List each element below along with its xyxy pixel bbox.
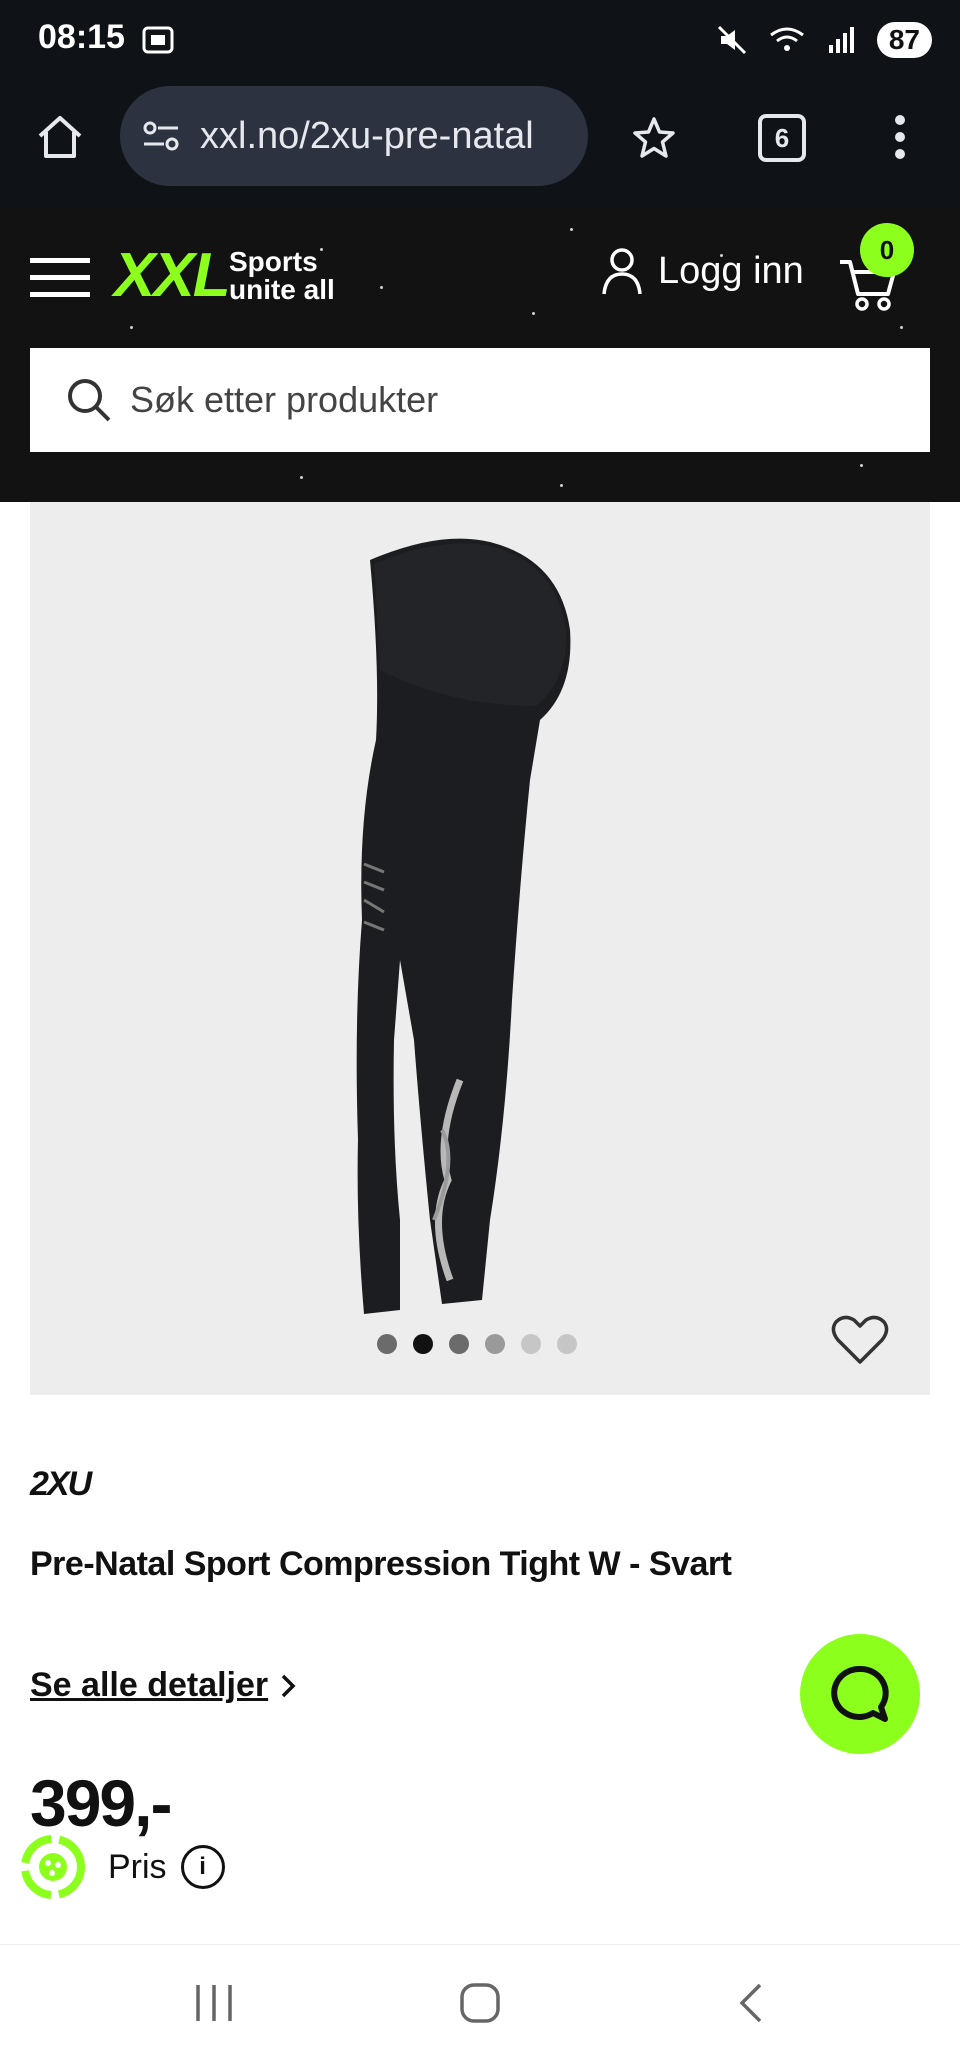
cookie-consent-icon[interactable] [18, 1832, 88, 1902]
decor-star [532, 312, 535, 315]
gallery-dot-active[interactable] [413, 1334, 433, 1354]
details-link-label: Se alle detaljer [30, 1666, 269, 1704]
login-label: Logg inn [658, 249, 804, 292]
product-title: Pre-Natal Sport Compression Tight W - Sv… [30, 1545, 732, 1583]
decor-star [130, 326, 133, 329]
status-bar: 08:15 87 [0, 0, 960, 86]
see-all-details-link[interactable]: Se alle detaljer [30, 1666, 298, 1705]
back-icon[interactable] [732, 1979, 772, 2027]
signal-icon [828, 27, 854, 53]
status-time: 08:15 [38, 18, 125, 56]
product-image [356, 538, 571, 1314]
tagline-line-1: Sports [229, 246, 318, 277]
more-menu-icon[interactable] [880, 112, 920, 162]
battery-level: 87 [876, 22, 932, 58]
decor-star [380, 286, 383, 289]
status-icons: 87 [715, 22, 932, 58]
system-navigation-bar [0, 1944, 960, 2060]
login-button[interactable]: Logg inn [600, 246, 804, 296]
cookie-icon [21, 1835, 85, 1899]
recent-apps-icon[interactable] [190, 1981, 238, 2025]
decor-star [560, 484, 563, 487]
url-text: xxl.no/2xu-pre-natal [200, 114, 534, 157]
chat-button[interactable] [800, 1634, 920, 1754]
price-label: Pris [108, 1847, 167, 1886]
gallery-dot[interactable] [557, 1334, 577, 1354]
search-placeholder: Søk etter produkter [130, 379, 439, 420]
xxl-logo[interactable]: XXL [114, 240, 231, 311]
tagline-line-2: unite all [229, 274, 335, 305]
brand-logo[interactable]: 2XU [30, 1465, 92, 1504]
decor-star [900, 326, 903, 329]
gallery-dot[interactable] [449, 1334, 469, 1354]
gallery-dot[interactable] [521, 1334, 541, 1354]
tab-switcher-button[interactable]: 6 [758, 114, 806, 162]
decor-star [300, 476, 303, 479]
gallery-dot[interactable] [377, 1334, 397, 1354]
logo-tagline: Sports unite all [229, 248, 335, 304]
cart-count-badge: 0 [860, 223, 914, 277]
wifi-icon [769, 27, 804, 51]
home-nav-icon[interactable] [456, 1979, 504, 2027]
site-header: XXL Sports unite all Logg inn 0 Søk ette… [0, 208, 960, 502]
site-settings-icon[interactable] [140, 116, 184, 156]
chat-icon [831, 1665, 889, 1722]
bookmark-star-icon[interactable] [630, 114, 678, 162]
search-icon [68, 379, 111, 422]
chevron-right-icon [281, 1674, 296, 1697]
home-icon[interactable] [34, 112, 86, 162]
gallery-pagination [377, 1334, 577, 1354]
search-input[interactable]: Søk etter produkter [30, 348, 930, 452]
mute-icon [717, 25, 746, 55]
hamburger-menu-icon[interactable] [30, 254, 92, 302]
address-bar[interactable]: xxl.no/2xu-pre-natal [120, 86, 588, 186]
product-image-gallery[interactable] [30, 502, 930, 1395]
browser-toolbar: xxl.no/2xu-pre-natal 6 [0, 86, 960, 210]
info-icon: i [180, 1845, 225, 1889]
decor-star [570, 228, 573, 231]
decor-star [860, 464, 863, 467]
favorite-heart-icon[interactable] [830, 1312, 890, 1368]
user-icon [602, 248, 642, 295]
price-info[interactable]: Pris i [108, 1845, 225, 1889]
screenshot-icon [142, 26, 174, 54]
gallery-dot[interactable] [485, 1334, 505, 1354]
product-price: 399,- [30, 1766, 172, 1840]
